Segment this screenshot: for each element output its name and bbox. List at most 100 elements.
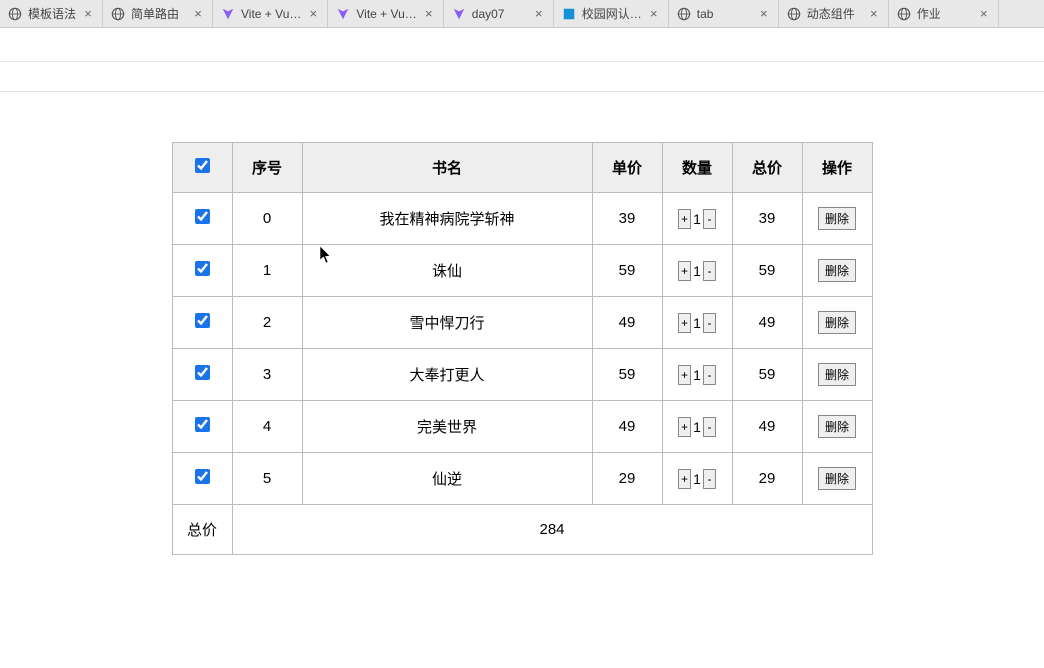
address-bar-region xyxy=(0,28,1044,62)
qty-increase-button[interactable]: + xyxy=(678,313,691,333)
row-total: 49 xyxy=(732,401,802,453)
row-checkbox[interactable] xyxy=(195,469,210,484)
row-action-cell: 删除 xyxy=(802,193,872,245)
row-checkbox[interactable] xyxy=(195,261,210,276)
delete-button[interactable]: 删除 xyxy=(818,207,856,230)
delete-button[interactable]: 删除 xyxy=(818,259,856,282)
browser-tab-bar: 模板语法×简单路由×Vite + Vu…×Vite + Vu…×day07×校园… xyxy=(0,0,1044,28)
qty-decrease-button[interactable]: - xyxy=(703,417,716,437)
row-name: 诛仙 xyxy=(302,245,592,297)
row-qty-cell: +1- xyxy=(662,193,732,245)
checkbox-cell xyxy=(172,401,232,453)
table-body: 0我在精神病院学斩神39+1-39删除1诛仙59+1-59删除2雪中悍刀行49+… xyxy=(172,193,872,505)
tab-title: day07 xyxy=(472,7,527,21)
qty-decrease-button[interactable]: - xyxy=(703,313,716,333)
close-icon[interactable]: × xyxy=(192,8,204,20)
delete-button[interactable]: 删除 xyxy=(818,415,856,438)
row-qty-cell: +1- xyxy=(662,453,732,505)
browser-tab[interactable]: 动态组件 × xyxy=(779,0,889,27)
browser-tab[interactable]: day07 × xyxy=(444,0,554,27)
qty-value: 1 xyxy=(691,367,703,383)
row-name: 仙逆 xyxy=(302,453,592,505)
globe-icon xyxy=(8,7,22,21)
qty-decrease-button[interactable]: - xyxy=(703,209,716,229)
close-icon[interactable]: × xyxy=(648,8,660,20)
qty-decrease-button[interactable]: - xyxy=(703,365,716,385)
select-all-checkbox[interactable] xyxy=(195,158,210,173)
grand-total-label: 总价 xyxy=(172,505,232,555)
tab-title: 模板语法 xyxy=(28,5,76,22)
quantity-stepper: +1- xyxy=(678,261,716,281)
table-row: 4完美世界49+1-49删除 xyxy=(172,401,872,453)
page-content: 序号 书名 单价 数量 总价 操作 0我在精神病院学斩神39+1-39删除1诛仙… xyxy=(0,92,1044,555)
row-price: 39 xyxy=(592,193,662,245)
browser-tab[interactable]: 校园网认… × xyxy=(554,0,669,27)
close-icon[interactable]: × xyxy=(82,8,94,20)
row-price: 59 xyxy=(592,245,662,297)
close-icon[interactable]: × xyxy=(868,8,880,20)
quantity-stepper: +1- xyxy=(678,469,716,489)
row-checkbox[interactable] xyxy=(195,417,210,432)
row-checkbox[interactable] xyxy=(195,209,210,224)
qty-decrease-button[interactable]: - xyxy=(703,469,716,489)
row-index: 5 xyxy=(232,453,302,505)
vite-icon xyxy=(452,7,466,21)
row-qty-cell: +1- xyxy=(662,349,732,401)
close-icon[interactable]: × xyxy=(978,8,990,20)
table-row: 2雪中悍刀行49+1-49删除 xyxy=(172,297,872,349)
browser-tab[interactable]: Vite + Vu… × xyxy=(213,0,328,27)
globe-icon xyxy=(111,7,125,21)
tab-title: Vite + Vu… xyxy=(241,7,301,21)
row-price: 49 xyxy=(592,297,662,349)
header-price: 单价 xyxy=(592,143,662,193)
browser-tab[interactable]: Vite + Vu…× xyxy=(328,0,443,27)
row-name: 完美世界 xyxy=(302,401,592,453)
table-row: 5仙逆29+1-29删除 xyxy=(172,453,872,505)
table-row: 3大奉打更人59+1-59删除 xyxy=(172,349,872,401)
browser-tab[interactable]: tab× xyxy=(669,0,779,27)
globe-icon xyxy=(787,7,801,21)
books-table: 序号 书名 单价 数量 总价 操作 0我在精神病院学斩神39+1-39删除1诛仙… xyxy=(172,142,873,555)
row-index: 0 xyxy=(232,193,302,245)
qty-decrease-button[interactable]: - xyxy=(703,261,716,281)
browser-tab[interactable]: 简单路由 × xyxy=(103,0,213,27)
tab-title: 动态组件 xyxy=(807,5,862,22)
qty-increase-button[interactable]: + xyxy=(678,261,691,281)
qty-value: 1 xyxy=(691,263,703,279)
delete-button[interactable]: 删除 xyxy=(818,311,856,334)
tab-title: 作业 xyxy=(917,5,972,22)
table-header-row: 序号 书名 单价 数量 总价 操作 xyxy=(172,143,872,193)
row-total: 59 xyxy=(732,245,802,297)
globe-icon xyxy=(677,7,691,21)
qty-value: 1 xyxy=(691,211,703,227)
close-icon[interactable]: × xyxy=(423,8,435,20)
row-index: 3 xyxy=(232,349,302,401)
grand-total-row: 总价 284 xyxy=(172,505,872,555)
quantity-stepper: +1- xyxy=(678,313,716,333)
qty-increase-button[interactable]: + xyxy=(678,417,691,437)
close-icon[interactable]: × xyxy=(533,8,545,20)
qty-increase-button[interactable]: + xyxy=(678,365,691,385)
globe-icon xyxy=(897,7,911,21)
qty-increase-button[interactable]: + xyxy=(678,469,691,489)
qty-value: 1 xyxy=(691,471,703,487)
browser-tab[interactable]: 模板语法 × xyxy=(0,0,103,27)
close-icon[interactable]: × xyxy=(758,8,770,20)
row-price: 29 xyxy=(592,453,662,505)
row-qty-cell: +1- xyxy=(662,401,732,453)
quantity-stepper: +1- xyxy=(678,365,716,385)
row-total: 49 xyxy=(732,297,802,349)
delete-button[interactable]: 删除 xyxy=(818,467,856,490)
row-qty-cell: +1- xyxy=(662,297,732,349)
close-icon[interactable]: × xyxy=(307,8,319,20)
checkbox-cell xyxy=(172,193,232,245)
delete-button[interactable]: 删除 xyxy=(818,363,856,386)
tab-title: 校园网认… xyxy=(582,5,642,22)
qty-increase-button[interactable]: + xyxy=(678,209,691,229)
browser-tab[interactable]: 作业 × xyxy=(889,0,999,27)
row-checkbox[interactable] xyxy=(195,313,210,328)
tab-title: 简单路由 xyxy=(131,5,186,22)
row-action-cell: 删除 xyxy=(802,349,872,401)
row-checkbox[interactable] xyxy=(195,365,210,380)
campus-icon xyxy=(562,7,576,21)
